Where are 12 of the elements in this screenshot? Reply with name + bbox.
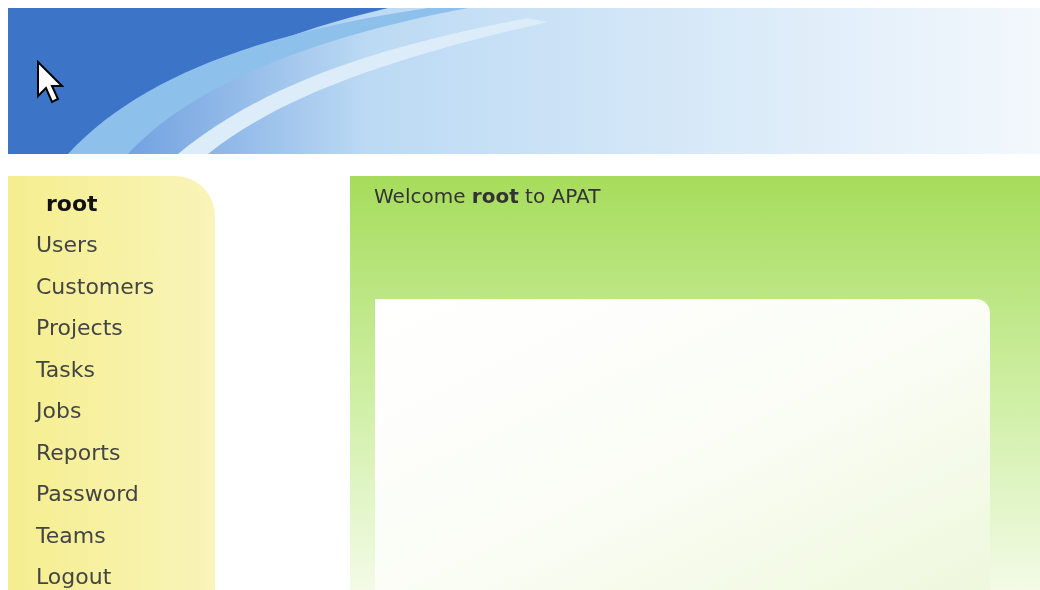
welcome-message: Welcome root to APAT	[374, 183, 601, 210]
sidebar-link[interactable]: Projects	[36, 307, 123, 349]
sidebar-link[interactable]: Jobs	[36, 390, 82, 432]
sidebar-link[interactable]: Users	[36, 224, 98, 266]
sidebar-link[interactable]: Password	[36, 473, 139, 515]
sidebar-link[interactable]: Tasks	[36, 348, 95, 390]
sidebar-link[interactable]: Reports	[36, 431, 121, 473]
sidebar-link[interactable]: Customers	[36, 265, 155, 307]
cursor-icon	[36, 60, 64, 104]
sidebar-link[interactable]: Logout	[36, 556, 112, 590]
sidebar-link[interactable]: Teams	[36, 514, 106, 556]
user-name: root	[46, 190, 99, 218]
